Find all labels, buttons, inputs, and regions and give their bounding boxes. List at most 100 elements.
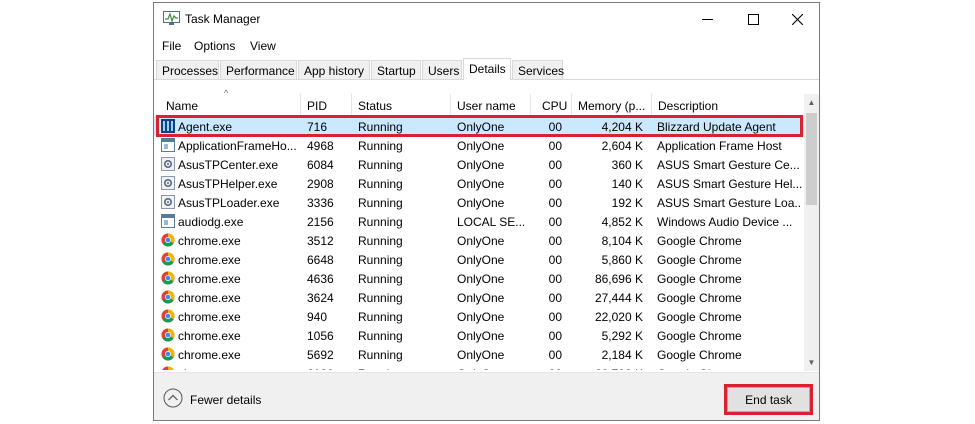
cell-memory: 5,860 K: [601, 253, 643, 267]
end-task-button[interactable]: End task: [727, 387, 810, 412]
scroll-up-icon[interactable]: ▲: [804, 94, 819, 111]
column-header-user-name[interactable]: User name: [451, 94, 530, 116]
cell-description: Google Chrome: [657, 348, 742, 362]
chrome-icon: [161, 271, 175, 285]
column-header-memory[interactable]: Memory (p...: [572, 94, 651, 116]
chrome-icon: [162, 366, 174, 370]
scrollbar-thumb[interactable]: [806, 113, 817, 205]
cell-pid: 5692: [307, 348, 334, 362]
maximize-button[interactable]: [730, 3, 776, 35]
cell-description: Google Chrome: [657, 329, 742, 343]
tab-processes[interactable]: Processes: [156, 60, 219, 80]
cell-user: OnlyOne: [457, 158, 505, 172]
cell-name: chrome.exe: [178, 253, 241, 267]
cell-description: Google Chrome: [657, 291, 742, 305]
cell-user: OnlyOne: [457, 196, 505, 210]
cell-name: chrome.exe: [178, 367, 300, 370]
cell-cpu: 00: [548, 291, 562, 305]
cell-cpu: 00: [548, 272, 562, 286]
column-divider[interactable]: [530, 94, 531, 116]
cell-user: OnlyOne: [457, 253, 505, 267]
cell-cpu: 00: [548, 310, 562, 324]
column-header-name[interactable]: Name: [160, 94, 300, 116]
cell-name: AsusTPLoader.exe: [178, 196, 280, 210]
table-row[interactable]: chrome.exe 940 Running OnlyOne 00 22,020 K Goo…: [154, 307, 804, 326]
chrome-icon: [161, 347, 175, 361]
task-manager-icon: [163, 11, 180, 25]
gear-process-icon: [161, 195, 175, 209]
cell-cpu: 00: [548, 120, 562, 134]
cell-pid: 716: [307, 120, 328, 134]
cell-name: chrome.exe: [178, 329, 241, 343]
table-row[interactable]: chrome.exe 3624 Running OnlyOne 00 27,444 K Go…: [154, 288, 804, 307]
table-row[interactable]: audiodg.exe 2156 Running LOCAL SE... 00 4,852…: [154, 212, 804, 231]
table-row[interactable]: chrome.exe 6180 Running OnlyOne 00 20,708 K Go…: [154, 364, 804, 370]
column-header-row: Name PID Status User name CPU Memory (p.…: [154, 94, 804, 117]
cell-cpu: 00: [548, 139, 562, 153]
cell-status: Running: [358, 158, 403, 172]
cell-description: ASUS Smart Gesture Hel...: [657, 177, 802, 191]
close-button[interactable]: [774, 3, 819, 35]
table-row[interactable]: chrome.exe 4636 Running OnlyOne 00 86,696 K Go…: [154, 269, 804, 288]
table-row[interactable]: chrome.exe 6648 Running OnlyOne 00 5,860 K Goo…: [154, 250, 804, 269]
cell-pid: 4636: [307, 272, 334, 286]
cell-memory: 192 K: [611, 196, 643, 210]
cell-description: ASUS Smart Gesture Loa...: [657, 196, 802, 210]
cell-user: OnlyOne: [457, 139, 505, 153]
tab-services[interactable]: Services: [512, 60, 564, 80]
table-row[interactable]: chrome.exe 5692 Running OnlyOne 00 2,184 K Goo…: [154, 345, 804, 364]
table-row[interactable]: chrome.exe 1056 Running OnlyOne 00 5,292 K Goo…: [154, 326, 804, 345]
menu-file[interactable]: File: [162, 39, 181, 53]
tab-users[interactable]: Users: [422, 60, 462, 80]
cell-description: ASUS Smart Gesture Ce...: [657, 158, 800, 172]
gear-process-icon: [161, 176, 175, 190]
cell-pid: 2156: [307, 215, 334, 229]
cell-status: Running: [358, 291, 403, 305]
title-bar[interactable]: Task Manager: [154, 3, 819, 35]
cell-name: chrome.exe: [178, 234, 241, 248]
cell-description: Google Chrome: [657, 234, 742, 248]
cell-memory: 2,604 K: [601, 139, 643, 153]
column-header-description[interactable]: Description: [652, 94, 804, 116]
chevron-up-circle-icon[interactable]: [163, 388, 183, 408]
cell-pid: 2908: [307, 177, 334, 191]
column-header-pid[interactable]: PID: [301, 94, 351, 116]
cell-name: AsusTPHelper.exe: [178, 177, 278, 191]
fewer-details-link[interactable]: Fewer details: [190, 393, 261, 407]
cell-user: OnlyOne: [457, 272, 505, 286]
table-row[interactable]: AsusTPHelper.exe 2908 Running OnlyOne 00 140 …: [154, 174, 804, 193]
tab-details[interactable]: Details: [463, 58, 511, 80]
table-row[interactable]: AsusTPCenter.exe 6084 Running OnlyOne 00 360 …: [154, 155, 804, 174]
chrome-icon: [161, 252, 175, 266]
tab-performance[interactable]: Performance: [220, 60, 297, 80]
cell-status: Running: [358, 348, 403, 362]
table-row[interactable]: AsusTPLoader.exe 3336 Running OnlyOne 00 192 …: [154, 193, 804, 212]
cell-cpu: 00: [548, 196, 562, 210]
cell-name: Agent.exe: [178, 120, 233, 134]
cell-memory: 4,204 K: [601, 120, 643, 134]
table-row[interactable]: Agent.exe 716 Running OnlyOne 00 4,204 K Blizz…: [154, 117, 804, 136]
window-title: Task Manager: [185, 12, 261, 26]
column-header-status[interactable]: Status: [352, 94, 450, 116]
cell-status: Running: [358, 253, 403, 267]
minimize-button[interactable]: [684, 3, 730, 35]
cell-status: Running: [358, 196, 403, 210]
scroll-down-icon[interactable]: ▼: [804, 354, 819, 371]
menu-view[interactable]: View: [250, 39, 276, 53]
menu-options[interactable]: Options: [194, 39, 235, 53]
cell-description: Google Chrome: [657, 367, 802, 370]
cell-pid: 6648: [307, 253, 334, 267]
process-list: Agent.exe 716 Running OnlyOne 00 4,204 K Blizz…: [154, 117, 804, 370]
cell-user: OnlyOne: [457, 120, 505, 134]
table-row[interactable]: chrome.exe 3512 Running OnlyOne 00 8,104 K Goo…: [154, 231, 804, 250]
tab-bar: Processes Performance App history Startu…: [154, 58, 819, 80]
cell-status: Running: [358, 329, 403, 343]
cell-pid: 940: [307, 310, 328, 324]
tab-startup[interactable]: Startup: [371, 60, 421, 80]
cell-pid: 1056: [307, 329, 334, 343]
table-row[interactable]: ApplicationFrameHo... 4968 Running OnlyOne 0…: [154, 136, 804, 155]
tab-app-history[interactable]: App history: [298, 60, 370, 80]
cell-memory: 20,708 K: [572, 367, 643, 370]
vertical-scrollbar[interactable]: ▲ ▼: [804, 94, 819, 371]
column-header-cpu[interactable]: CPU: [536, 94, 571, 116]
